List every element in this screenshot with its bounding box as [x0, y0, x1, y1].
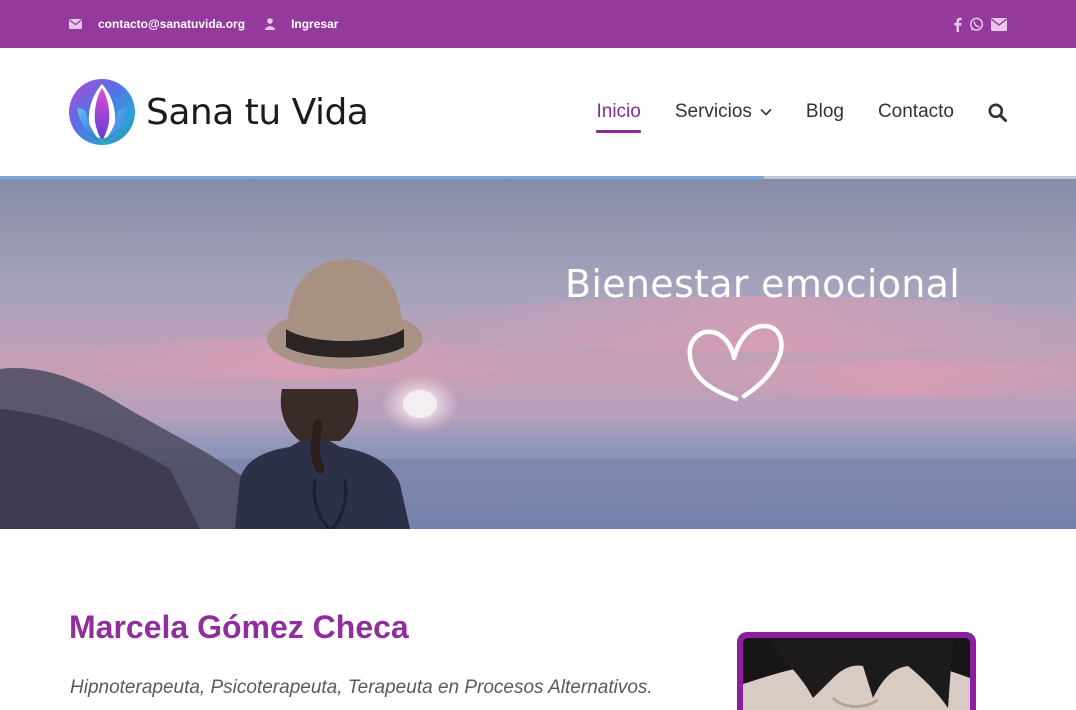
therapist-roles-text: Hipnoterapeuta, Psicoterapeuta, Terapeut…: [70, 677, 653, 698]
hero-title: Bienestar emocional: [565, 262, 961, 306]
hero-banner[interactable]: Bienestar emocional: [0, 179, 1076, 529]
nav-item-contacto[interactable]: Contacto: [878, 101, 954, 123]
chevron-down-icon: [760, 108, 772, 116]
site-logo[interactable]: Sana tu Vida: [69, 78, 369, 146]
facebook-icon[interactable]: [953, 17, 962, 32]
whatsapp-icon[interactable]: [969, 17, 984, 32]
main-nav: Inicio Servicios Blog Contacto: [596, 48, 1007, 176]
user-icon: [265, 18, 283, 30]
topbar-login-link[interactable]: Ingresar: [265, 17, 338, 31]
lotus-logo-icon: [69, 78, 135, 146]
therapist-name-heading: Marcela Gómez Checa: [69, 609, 409, 645]
envelope-icon: [69, 19, 90, 29]
nav-item-servicios-label: Servicios: [674, 101, 752, 122]
portrait-photo: [743, 638, 970, 710]
top-bar: contacto@sanatuvida.org Ingresar: [0, 0, 1076, 48]
social-links: [953, 0, 1007, 48]
hero-background-image: [0, 179, 1076, 529]
envelope-icon[interactable]: [991, 17, 1007, 31]
nav-item-servicios[interactable]: Servicios: [675, 101, 772, 123]
therapist-portrait-image: [737, 632, 976, 710]
search-icon[interactable]: [988, 103, 1007, 122]
topbar-contact: contacto@sanatuvida.org Ingresar: [69, 0, 338, 48]
brand-name: Sana tu Vida: [146, 91, 369, 133]
topbar-email-link[interactable]: contacto@sanatuvida.org: [69, 17, 245, 31]
topbar-email-text: contacto@sanatuvida.org: [98, 17, 246, 31]
nav-item-blog[interactable]: Blog: [806, 101, 844, 123]
heart-outline-icon: [686, 322, 784, 408]
site-header: Sana tu Vida Inicio Servicios Blog Conta…: [0, 48, 1076, 176]
nav-item-inicio[interactable]: Inicio: [596, 101, 642, 133]
topbar-login-text: Ingresar: [291, 17, 339, 31]
